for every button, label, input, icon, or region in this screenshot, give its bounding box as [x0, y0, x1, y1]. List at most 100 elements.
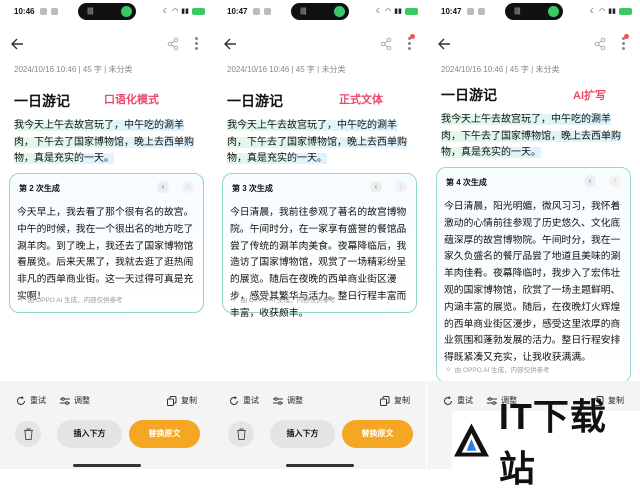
wifi-icon: ◠ [599, 8, 606, 15]
battery-icon [619, 7, 632, 15]
next-version-icon[interactable]: › [609, 175, 621, 187]
next-version-icon[interactable]: › [182, 181, 194, 193]
ai-disclaimer: ✧ 由 OPPO AI 生成，内容仅供参考 [18, 294, 123, 305]
dynamic-island: ||||||| [78, 3, 136, 20]
original-text: 我今天上午去故宫玩了，中午吃的涮羊肉，下午去了国家博物馆，晚上去西单购物，真是充… [227, 120, 407, 164]
share-icon[interactable] [167, 37, 179, 51]
notification-icon [264, 8, 271, 15]
moon-icon: ☾ [589, 8, 597, 15]
generation-card: 第 2 次生成 ‹ › 今天早上，我去看了那个很有名的故宫。中午的时候，我在一个… [9, 173, 204, 313]
note-title: 一日游记 [14, 93, 70, 109]
dynamic-island: ||||||| [505, 3, 563, 20]
ai-sparkle-icon: ✧ [231, 294, 238, 304]
generation-count: 第 3 次生成 [232, 184, 273, 193]
prev-version-icon[interactable]: ‹ [584, 175, 596, 187]
notification-icon [253, 8, 260, 15]
generated-text: 今日清晨，阳光明媚，微风习习，我怀着激动的心情前往参观了历史悠久、文化底蕴深厚的… [444, 201, 621, 364]
call-icon [121, 6, 132, 17]
status-icons: ☾ ◠ ▮▮ [163, 7, 205, 15]
status-icons: ☾ ◠ ▮▮ [590, 7, 632, 15]
audio-wave-icon: ||||||| [300, 8, 307, 15]
next-version-icon[interactable]: › [395, 181, 407, 193]
retry-button[interactable]: 重试 [16, 395, 46, 406]
sliders-icon [273, 396, 283, 405]
share-icon[interactable] [594, 37, 606, 51]
retry-icon [444, 395, 452, 405]
adjust-button[interactable]: 调整 [273, 395, 303, 406]
generation-card: 第 4 次生成 ‹ › 今日清晨，阳光明媚，微风习习，我怀着激动的心情前往参观了… [436, 167, 631, 383]
home-indicator [286, 464, 354, 467]
share-icon[interactable] [380, 37, 392, 51]
call-icon [548, 6, 559, 17]
notification-icon [467, 8, 474, 15]
rewrite-mode-label: 口语化模式 [104, 94, 159, 106]
delete-button[interactable] [228, 421, 254, 447]
ai-sparkle-icon: ✧ [445, 364, 452, 374]
prev-version-icon[interactable]: ‹ [370, 181, 382, 193]
battery-icon [405, 7, 418, 15]
replace-original-button[interactable]: 替换原文 [129, 420, 200, 448]
phone-panel-1: 10:46 ||||||| ☾ ◠ ▮▮ 2024/10/16 10:46 | 45… [0, 0, 213, 469]
copy-icon [167, 395, 177, 406]
ai-disclaimer: ✧ 由 OPPO AI 生成，内容仅供参考 [231, 294, 336, 305]
call-icon [334, 6, 345, 17]
more-menu-icon[interactable] [195, 37, 199, 51]
back-arrow-icon[interactable] [223, 37, 237, 51]
generation-count: 第 4 次生成 [446, 178, 487, 187]
wifi-icon: ◠ [172, 8, 179, 15]
notification-icon [40, 8, 47, 15]
status-bar: 10:47 ||||||| ☾ ◠ ▮▮ [213, 0, 426, 24]
copy-button[interactable]: 复制 [167, 395, 197, 406]
rewrite-mode-label: 正式文体 [339, 94, 383, 106]
generation-count: 第 2 次生成 [19, 184, 60, 193]
moon-icon: ☾ [375, 8, 383, 15]
status-icons: ☾ ◠ ▮▮ [376, 7, 418, 15]
retry-button[interactable]: 重试 [443, 395, 473, 406]
original-text: 我今天上午去故宫玩了，中午吃的涮羊肉，下午去了国家博物馆，晚上去西单购物，真是充… [14, 120, 194, 164]
more-menu-icon[interactable] [622, 37, 626, 51]
phone-panel-2: 10:47 ||||||| ☾ ◠ ▮▮ 2024/10/16 10:46 | 45… [213, 0, 426, 469]
generation-card: 第 3 次生成 ‹ › 今日清晨，我前往参观了著名的故宫博物院。午间时分，在一家… [222, 173, 417, 319]
sliders-icon [487, 396, 497, 405]
more-menu-icon[interactable] [408, 37, 412, 51]
copy-button[interactable]: 复制 [380, 395, 410, 406]
insert-below-button[interactable]: 插入下方 [270, 420, 335, 448]
retry-icon [17, 395, 25, 405]
note-title: 一日游记 [227, 93, 283, 109]
wifi-icon: ◠ [385, 8, 392, 15]
insert-below-button[interactable]: 插入下方 [57, 420, 122, 448]
notification-icon [51, 8, 58, 15]
back-arrow-icon[interactable] [10, 37, 24, 51]
notification-icon [478, 8, 485, 15]
audio-wave-icon: ||||||| [87, 8, 94, 15]
status-time: 10:47 [227, 7, 248, 16]
generated-text: 今天早上，我去看了那个很有名的故宫。中午的时候，我在一个很出名的地方吃了涮羊肉。… [17, 207, 194, 302]
battery-icon [192, 7, 205, 15]
note-meta: 2024/10/16 10:46 | 45 字 | 未分类 [441, 65, 560, 74]
copy-icon [380, 395, 390, 406]
trash-icon [236, 428, 246, 440]
status-time: 10:46 [14, 7, 35, 16]
moon-icon: ☾ [162, 8, 170, 15]
site-logo [453, 423, 489, 457]
home-indicator [73, 464, 141, 467]
adjust-button[interactable]: 调整 [60, 395, 90, 406]
retry-button[interactable]: 重试 [229, 395, 259, 406]
ai-sparkle-icon: ✧ [18, 294, 25, 304]
retry-icon [230, 395, 238, 405]
audio-wave-icon: ||||||| [514, 8, 521, 15]
delete-button[interactable] [15, 421, 41, 447]
rewrite-mode-label: AI扩写 [573, 90, 606, 102]
prev-version-icon[interactable]: ‹ [157, 181, 169, 193]
replace-original-button[interactable]: 替换原文 [342, 420, 413, 448]
signal-icon: ▮▮ [394, 8, 402, 15]
original-text: 我今天上午去故宫玩了，中午吃的涮羊肉，下午去了国家博物馆，晚上去西单购物，真是充… [441, 114, 621, 158]
action-bar: 重试 调整 复制 插入下方 替换原文 [213, 381, 426, 469]
status-bar: 10:47 ||||||| ☾ ◠ ▮▮ [427, 0, 640, 24]
status-time: 10:47 [441, 7, 462, 16]
signal-icon: ▮▮ [181, 8, 189, 15]
back-arrow-icon[interactable] [437, 37, 451, 51]
site-watermark: IT下载站 [452, 396, 640, 489]
watermark-text: IT下载站 [498, 396, 607, 489]
trash-icon [23, 428, 33, 440]
